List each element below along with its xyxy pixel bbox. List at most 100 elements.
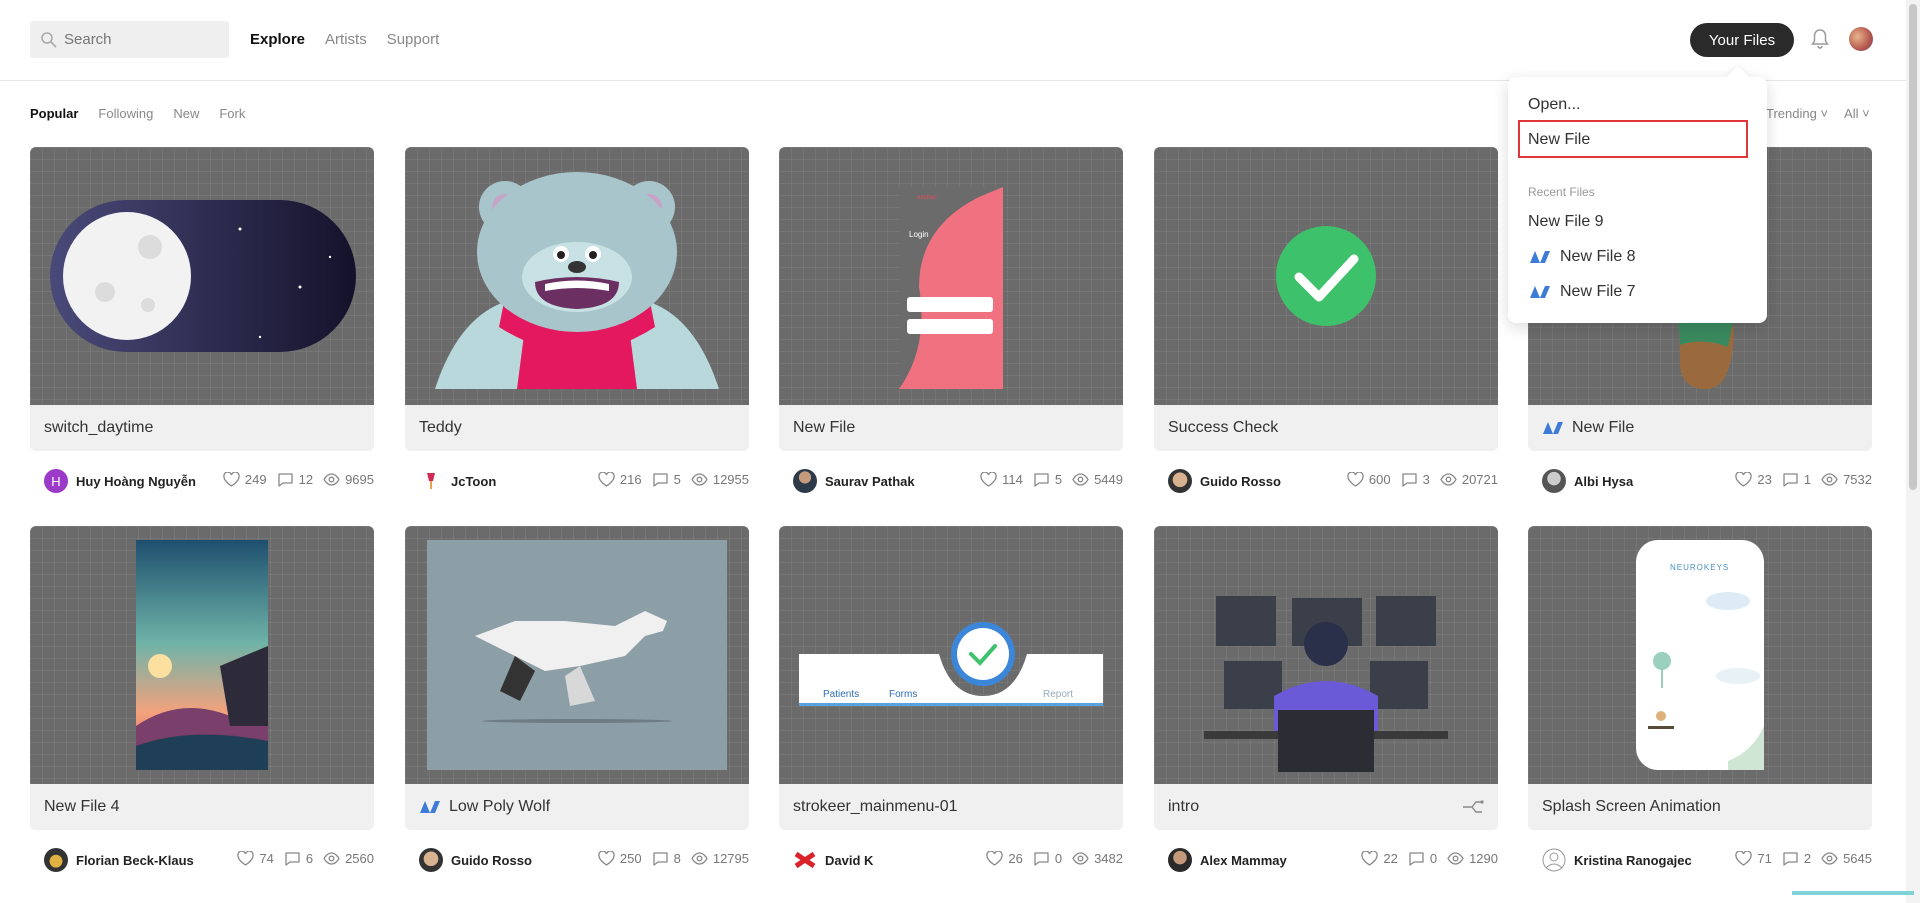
author-avatar[interactable]	[1542, 848, 1566, 872]
card-thumbnail[interactable]	[30, 147, 374, 405]
card-meta: David K 26 0 3482	[779, 845, 1123, 875]
card-thumbnail[interactable]	[1154, 147, 1498, 405]
filter-new[interactable]: New	[173, 106, 199, 121]
card-thumbnail[interactable]	[405, 147, 749, 405]
card-title[interactable]: Teddy	[405, 405, 749, 451]
author-name[interactable]: Guido Rosso	[1200, 474, 1281, 489]
author-avatar[interactable]	[793, 848, 817, 872]
file-card[interactable]: switch_daytime H Huy Hoàng Nguyễn 249 12…	[30, 147, 374, 496]
page-scrollbar[interactable]	[1906, 0, 1920, 903]
fork-icon[interactable]	[1462, 799, 1484, 815]
comments-count: 1	[1803, 472, 1812, 487]
author-avatar[interactable]	[793, 469, 817, 493]
comments-stat[interactable]: 5	[1033, 472, 1062, 487]
file-card[interactable]: Low Poly Wolf Guido Rosso 250 8 12795	[405, 526, 749, 875]
file-card[interactable]: Login enchan New File Saurav Pathak 114 …	[779, 147, 1123, 496]
filter-following[interactable]: Following	[98, 106, 153, 121]
file-card[interactable]: Success Check Guido Rosso 600 3 20721	[1154, 147, 1498, 496]
author-name[interactable]: Alex Mammay	[1200, 853, 1287, 868]
nav-explore[interactable]: Explore	[250, 31, 305, 48]
card-thumbnail[interactable]	[405, 526, 749, 784]
author-name[interactable]: Albi Hysa	[1574, 474, 1633, 489]
author-name[interactable]: Florian Beck-Klaus	[76, 853, 194, 868]
recent-file-item[interactable]: New File 7	[1528, 283, 1636, 301]
sort-trending[interactable]: Trending ˅	[1766, 106, 1828, 121]
comments-stat[interactable]: 12	[277, 472, 313, 487]
card-title[interactable]: Low Poly Wolf	[405, 784, 749, 830]
comments-stat[interactable]: 3	[1401, 472, 1430, 487]
comments-stat[interactable]: 8	[652, 851, 681, 866]
card-title[interactable]: intro	[1154, 784, 1498, 830]
scrollbar-thumb[interactable]	[1909, 4, 1917, 490]
heart-icon	[598, 851, 615, 866]
author-name[interactable]: Huy Hoàng Nguyễn	[76, 474, 196, 489]
card-meta: Alex Mammay 22 0 1290	[1154, 845, 1498, 875]
comments-stat[interactable]: 2	[1782, 851, 1811, 866]
likes-count: 26	[1008, 851, 1023, 866]
likes-stat[interactable]: 26	[986, 851, 1023, 866]
card-title[interactable]: New File	[1528, 405, 1872, 451]
file-card[interactable]: intro Alex Mammay 22 0 1290	[1154, 526, 1498, 875]
comments-stat[interactable]: 0	[1033, 851, 1062, 866]
comments-stat[interactable]: 0	[1408, 851, 1437, 866]
card-title[interactable]: Success Check	[1154, 405, 1498, 451]
author-avatar[interactable]	[1168, 848, 1192, 872]
menu-item-new-file[interactable]: New File	[1528, 131, 1590, 149]
card-thumbnail[interactable]: NEUROKEYS	[1528, 526, 1872, 784]
author-name[interactable]: David K	[825, 853, 873, 868]
card-thumbnail[interactable]	[30, 526, 374, 784]
bell-icon[interactable]	[1810, 28, 1830, 50]
card-title[interactable]: Splash Screen Animation	[1528, 784, 1872, 830]
splash-screen-illustration: NEUROKEYS	[1636, 540, 1764, 770]
card-thumbnail[interactable]	[1154, 526, 1498, 784]
likes-stat[interactable]: 22	[1361, 851, 1398, 866]
card-title[interactable]: New File 4	[30, 784, 374, 830]
likes-stat[interactable]: 71	[1735, 851, 1772, 866]
recent-file-item[interactable]: New File 9	[1528, 213, 1604, 231]
author-name[interactable]: Kristina Ranogajec	[1574, 853, 1692, 868]
likes-count: 74	[259, 851, 274, 866]
user-avatar[interactable]	[1849, 27, 1873, 51]
author-name[interactable]: Saurav Pathak	[825, 474, 915, 489]
comments-stat[interactable]: 6	[284, 851, 313, 866]
card-title[interactable]: strokeer_mainmenu-01	[779, 784, 1123, 830]
likes-stat[interactable]: 23	[1735, 472, 1772, 487]
card-title[interactable]: switch_daytime	[30, 405, 374, 451]
eye-icon	[691, 473, 708, 486]
neurokeys-text: NEUROKEYS	[1670, 563, 1729, 572]
author-name[interactable]: JcToon	[451, 474, 496, 489]
filter-fork[interactable]: Fork	[219, 106, 245, 121]
author-avatar[interactable]: H	[44, 469, 68, 493]
nav-support[interactable]: Support	[387, 31, 440, 48]
comments-stat[interactable]: 5	[652, 472, 681, 487]
author-avatar[interactable]	[1168, 469, 1192, 493]
file-card[interactable]: New File 4 Florian Beck-Klaus 74 6 2560	[30, 526, 374, 875]
author-avatar[interactable]	[419, 848, 443, 872]
search-input[interactable]	[62, 30, 226, 49]
likes-stat[interactable]: 74	[237, 851, 274, 866]
recent-file-item[interactable]: New File 8	[1528, 248, 1636, 266]
likes-stat[interactable]: 249	[223, 472, 267, 487]
file-card[interactable]: Teddy JcToon 216 5 12955	[405, 147, 749, 496]
likes-stat[interactable]: 600	[1347, 472, 1391, 487]
sort-all[interactable]: All ˅	[1844, 106, 1870, 121]
your-files-button[interactable]: Your Files	[1690, 23, 1794, 57]
author-avatar[interactable]	[1542, 469, 1566, 493]
card-title[interactable]: New File	[779, 405, 1123, 451]
card-thumbnail[interactable]: Patients Forms Report	[779, 526, 1123, 784]
author-avatar[interactable]	[419, 469, 443, 493]
likes-stat[interactable]: 250	[598, 851, 642, 866]
file-card[interactable]: Patients Forms Report strokeer_mainmenu-…	[779, 526, 1123, 875]
card-thumbnail[interactable]: Login enchan	[779, 147, 1123, 405]
comments-stat[interactable]: 1	[1782, 472, 1811, 487]
author-name[interactable]: Guido Rosso	[451, 853, 532, 868]
nav-artists[interactable]: Artists	[325, 31, 367, 48]
likes-count: 216	[619, 472, 642, 487]
author-avatar[interactable]	[44, 848, 68, 872]
filter-popular[interactable]: Popular	[30, 106, 78, 121]
menu-item-open[interactable]: Open...	[1528, 96, 1580, 114]
search-box[interactable]	[30, 21, 229, 58]
likes-stat[interactable]: 114	[980, 472, 1023, 487]
file-card[interactable]: NEUROKEYS Splash Screen Animation Kristi…	[1528, 526, 1872, 875]
likes-stat[interactable]: 216	[598, 472, 642, 487]
